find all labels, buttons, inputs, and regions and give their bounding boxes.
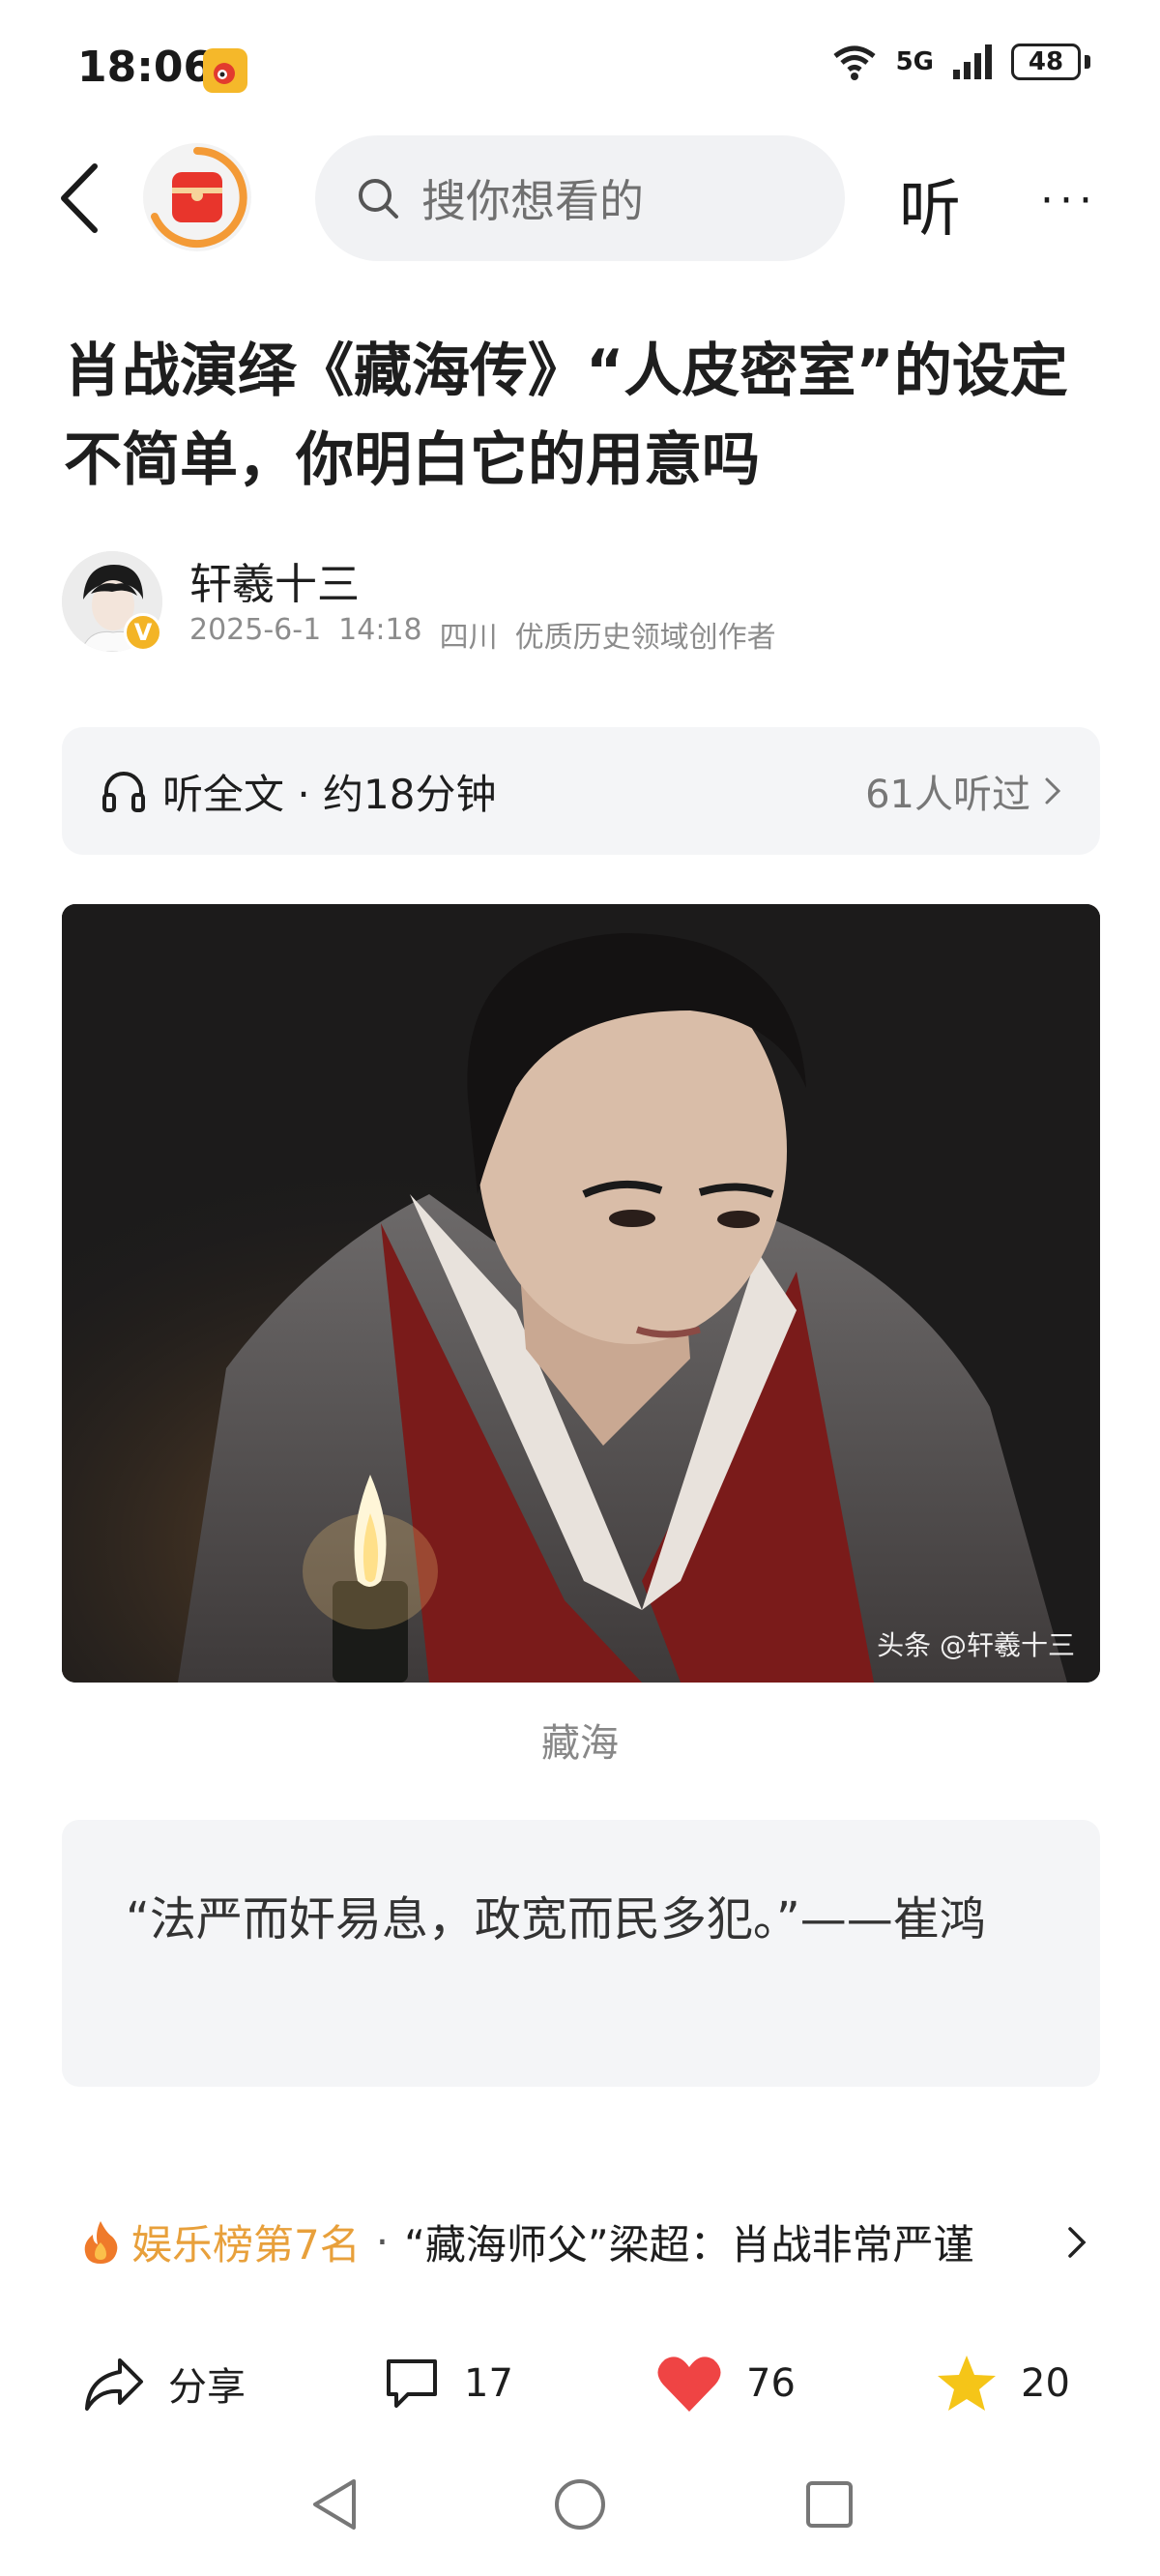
- like-count: 76: [746, 2361, 796, 2406]
- article-title: 肖战演绎《藏海传》“人皮密室”的设定不简单，你明白它的用意吗: [64, 337, 1068, 494]
- share-button[interactable]: 分享: [83, 2340, 246, 2427]
- comment-icon: [387, 2359, 437, 2408]
- weibo-notification-icon: [203, 48, 247, 93]
- listen-full-text-bar[interactable]: 听全文 · 约18分钟 61人听过: [62, 727, 1100, 855]
- author-tag: 优质历史领域创作者: [514, 621, 776, 655]
- share-label: 分享: [168, 2365, 246, 2410]
- chevron-right-icon: [1068, 2226, 1087, 2258]
- publish-date: 2025-6-1: [189, 613, 322, 647]
- search-input[interactable]: 搜你想看的: [315, 135, 845, 261]
- audio-label: 听全文 · 约18分钟: [162, 770, 497, 818]
- chevron-right-icon: [1045, 777, 1061, 805]
- network-type: 5G: [895, 47, 934, 76]
- ranking-separator: ·: [375, 2218, 390, 2266]
- quote-block: “法严而奸易息，政宽而民多犯。”——崔鸿: [62, 1820, 1100, 2087]
- star-icon: [938, 2356, 996, 2411]
- author-meta: 2025-6-1 14:18 四川 优质历史领域创作者: [189, 613, 776, 656]
- system-navigation-bar: [0, 2475, 1160, 2553]
- favorite-button[interactable]: 20: [936, 2340, 1070, 2427]
- back-button[interactable]: [50, 160, 108, 237]
- status-time: 18:06: [77, 43, 214, 92]
- comment-count: 17: [464, 2361, 513, 2406]
- headphones-icon: [102, 772, 145, 812]
- red-envelope-icon: [151, 147, 247, 248]
- audio-right: 61人听过: [865, 763, 1061, 819]
- ranking-label: 娱乐榜第7名: [131, 2221, 361, 2269]
- verified-badge: V: [124, 613, 162, 652]
- battery-cap: [1085, 55, 1090, 69]
- more-button[interactable]: ···: [1040, 176, 1098, 225]
- recents-square-icon[interactable]: [802, 2475, 856, 2533]
- listen-button[interactable]: 听: [899, 160, 961, 249]
- search-icon: [359, 179, 398, 219]
- action-bar: 分享 17 76 20: [0, 2340, 1160, 2427]
- image-watermark: 头条 @轩羲十三: [877, 1629, 1075, 1661]
- author-name[interactable]: 轩羲十三: [189, 549, 360, 611]
- ranking-headline: “藏海师父”梁超：肖战非常严谨: [404, 2221, 974, 2269]
- ranking-link[interactable]: 娱乐榜第7名 · “藏海师父”梁超：肖战非常严谨: [81, 2212, 1087, 2271]
- chevron-left-icon: [61, 163, 98, 233]
- favorite-count: 20: [1021, 2361, 1070, 2406]
- back-triangle-icon[interactable]: [309, 2475, 360, 2533]
- wifi-icon: [833, 45, 876, 80]
- share-icon: [85, 2358, 143, 2411]
- battery-indicator: 48: [1011, 44, 1081, 80]
- audio-left: 听全文 · 约18分钟: [101, 762, 497, 821]
- comment-button[interactable]: 17: [383, 2340, 513, 2427]
- article-image[interactable]: 头条 @轩羲十三: [62, 904, 1100, 1683]
- status-icons: 5G 48: [830, 43, 1090, 81]
- fire-icon: [84, 2220, 118, 2264]
- battery-level: 48: [1028, 47, 1064, 76]
- signal-icon: [953, 44, 992, 79]
- search-placeholder: 搜你想看的: [421, 175, 644, 227]
- image-caption: 藏海: [541, 1721, 619, 1766]
- author-location: 四川: [439, 621, 498, 655]
- listener-count: 61人听过: [865, 773, 1030, 817]
- publish-time: 14:18: [338, 613, 422, 647]
- channel-logo[interactable]: [143, 143, 251, 251]
- heart-icon: [657, 2356, 721, 2412]
- home-circle-icon[interactable]: [553, 2475, 607, 2533]
- like-button[interactable]: 76: [655, 2340, 796, 2427]
